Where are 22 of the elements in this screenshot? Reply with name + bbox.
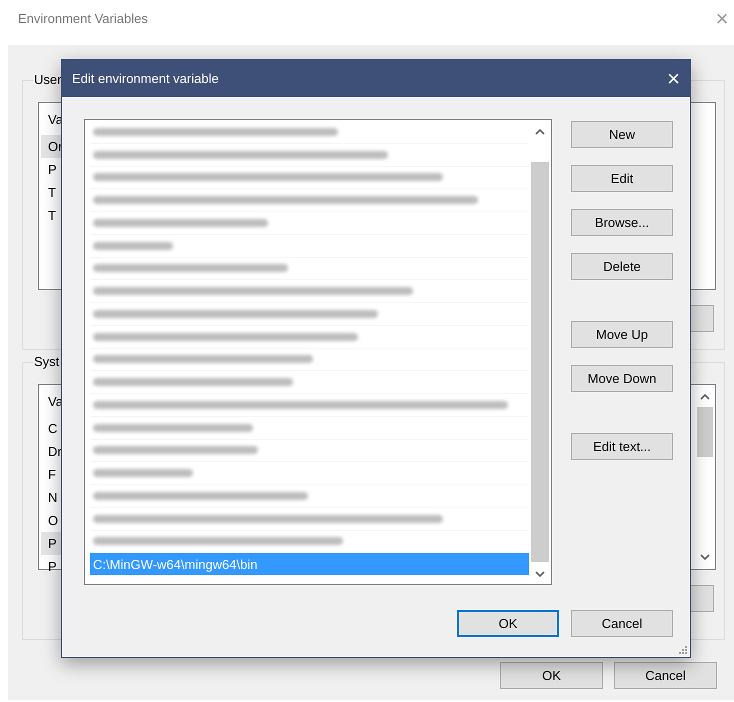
scrollbar-thumb[interactable] [697, 407, 713, 457]
cancel-button[interactable]: Cancel [614, 662, 717, 689]
action-button[interactable]: Move Up [571, 321, 673, 348]
scroll-up-icon[interactable] [700, 393, 710, 400]
scroll-up-icon[interactable] [535, 128, 545, 135]
scrollbar-thumb[interactable] [531, 162, 549, 562]
window-title: Environment Variables [18, 11, 148, 26]
action-button[interactable]: Browse... [571, 209, 673, 236]
ok-button[interactable]: OK [500, 662, 603, 689]
resize-grip-icon[interactable] [678, 645, 688, 655]
action-button[interactable]: Move Down [571, 365, 673, 392]
ok-button[interactable]: OK [457, 610, 559, 637]
action-button[interactable]: Delete [571, 253, 673, 280]
action-button[interactable]: Edit [571, 165, 673, 192]
scroll-down-icon[interactable] [700, 554, 710, 561]
group-label: Syst [33, 354, 60, 370]
action-button[interactable]: Edit text... [571, 433, 673, 460]
close-button[interactable]: × [667, 68, 680, 90]
action-button[interactable]: New [571, 121, 673, 148]
scroll-down-icon[interactable] [535, 571, 545, 578]
cancel-button[interactable]: Cancel [571, 610, 673, 637]
dialog-title: Edit environment variable [72, 71, 219, 86]
